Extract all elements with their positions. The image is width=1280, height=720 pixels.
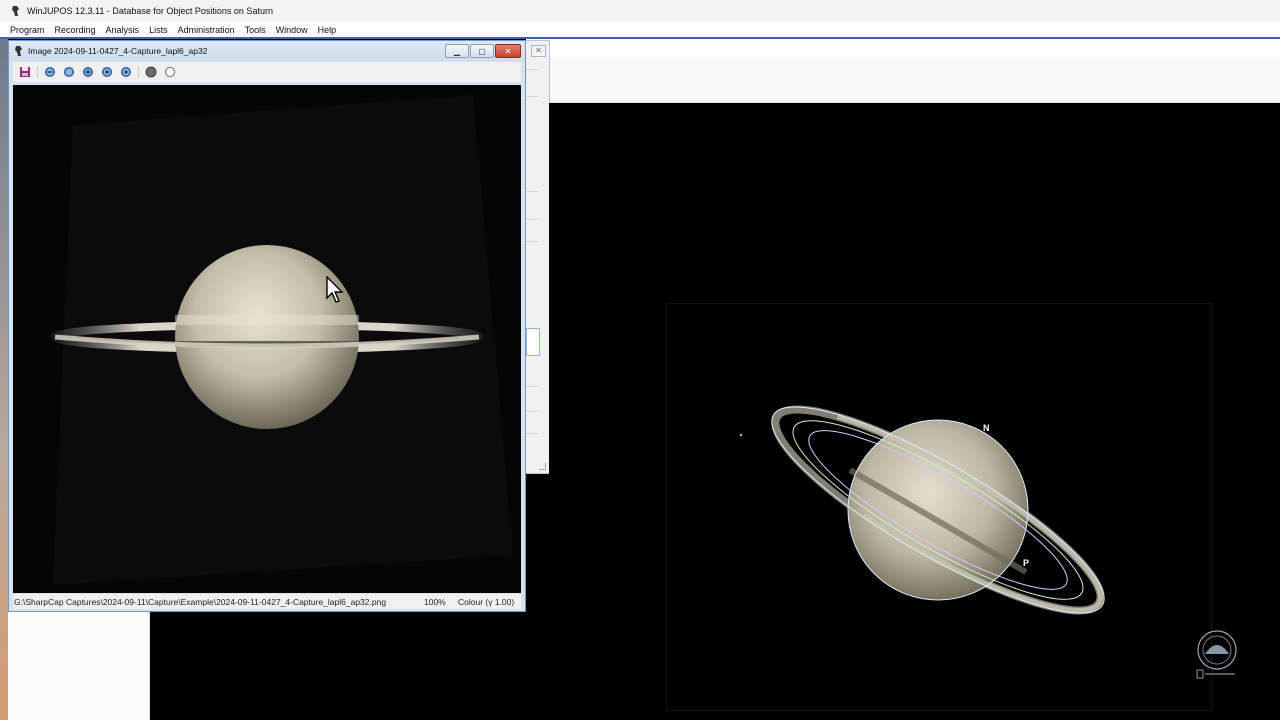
dialog-field	[526, 433, 538, 434]
menu-bar: Program Recording Analysis Lists Adminis…	[0, 22, 1280, 38]
north-label: N	[983, 423, 990, 433]
image-window-icon	[14, 45, 24, 57]
dialog-field	[526, 386, 538, 387]
mode-filled-icon[interactable]	[144, 65, 158, 79]
dialog-field	[526, 191, 538, 192]
maximize-icon[interactable]: ▢	[470, 44, 494, 58]
menu-program[interactable]: Program	[6, 25, 49, 35]
zoom-level: 100%	[424, 596, 446, 607]
channel-logo-icon	[1195, 628, 1239, 680]
dialog-field	[526, 69, 538, 70]
workspace-toolbar	[526, 58, 1280, 103]
dialog-field	[526, 241, 538, 242]
image-window-title: Image 2024-09-11-0427_4-Capture_lapl6_ap…	[28, 46, 208, 56]
image-canvas[interactable]	[13, 85, 521, 593]
dialog-field	[526, 96, 538, 97]
image-window-title-bar[interactable]: Image 2024-09-11-0427_4-Capture_lapl6_ap…	[9, 41, 525, 61]
menu-recording[interactable]: Recording	[51, 25, 100, 35]
zoom-step-icon[interactable]	[100, 65, 114, 79]
winjupos-app-icon	[11, 5, 21, 17]
menu-analysis[interactable]: Analysis	[102, 25, 144, 35]
dialog-input[interactable]	[526, 328, 540, 356]
toolbar-separator	[37, 66, 38, 78]
resize-grip-icon[interactable]	[539, 463, 546, 470]
minimize-icon[interactable]: ▁	[445, 44, 469, 58]
app-title-bar: WinJUPOS 12.3.11 - Database for Object P…	[0, 0, 1280, 23]
menu-window[interactable]: Window	[272, 25, 312, 35]
dialog-close-icon[interactable]: ✕	[531, 45, 546, 57]
image-file-path: G:\SharpCap Captures\2024-09-11\Capture\…	[14, 596, 387, 607]
zoom-out-icon[interactable]	[43, 65, 57, 79]
main-window: WinJUPOS 12.3.11 - Database for Object P…	[0, 0, 1280, 720]
menu-help[interactable]: Help	[314, 25, 341, 35]
zoom-reset-icon[interactable]	[119, 65, 133, 79]
menu-administration[interactable]: Administration	[174, 25, 239, 35]
save-icon[interactable]	[18, 65, 32, 79]
dialog-field	[526, 219, 538, 220]
close-icon[interactable]: ✕	[495, 44, 521, 58]
image-status-bar: G:\SharpCap Captures\2024-09-11\Capture\…	[13, 594, 521, 609]
background-panel	[8, 612, 150, 720]
image-frame	[666, 303, 1212, 711]
mode-empty-icon[interactable]	[163, 65, 177, 79]
image-window: Image 2024-09-11-0427_4-Capture_lapl6_ap…	[8, 40, 526, 612]
dialog-field	[526, 411, 538, 412]
menu-tools[interactable]: Tools	[241, 25, 270, 35]
toolbar-separator	[138, 66, 139, 78]
image-toolbar	[13, 62, 521, 82]
menu-lists[interactable]: Lists	[145, 25, 172, 35]
zoom-fit-icon[interactable]	[62, 65, 76, 79]
desktop-strip	[0, 39, 8, 720]
saturn-image	[51, 95, 513, 585]
app-title: WinJUPOS 12.3.11 - Database for Object P…	[27, 6, 273, 16]
colour-mode: Colour (γ 1.00)	[458, 596, 515, 607]
mouse-cursor-icon	[326, 275, 344, 304]
window-controls: ▁ ▢ ✕	[445, 44, 521, 58]
pole-label: P	[1023, 558, 1030, 568]
zoom-in-icon[interactable]	[81, 65, 95, 79]
